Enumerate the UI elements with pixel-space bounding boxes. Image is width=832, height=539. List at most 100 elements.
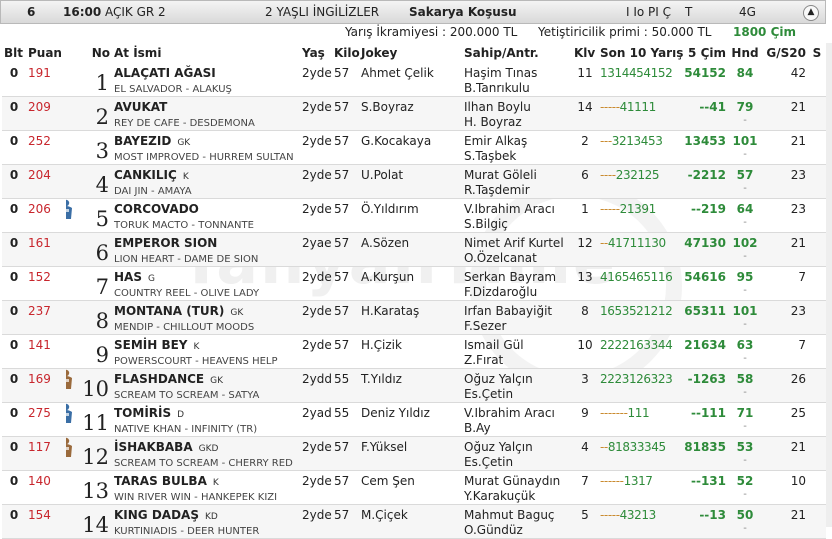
pedigree[interactable]: WIN RIVER WIN - HANKEPEK KIZI — [114, 492, 298, 503]
owner-link[interactable]: Mahmut Baguç — [464, 508, 555, 522]
col-jokey[interactable]: Jokey — [359, 43, 462, 63]
trainer-link[interactable]: F.Sezer — [464, 319, 506, 333]
chevron-up-icon[interactable]: ▲ — [803, 5, 819, 21]
owner-link[interactable]: Nimet Arif Kurtel — [464, 236, 564, 250]
jockey-link[interactable]: M.Çiçek — [359, 505, 462, 539]
horse-name-link[interactable]: BAYEZID — [114, 134, 171, 148]
trainer-link[interactable]: S.Taşbek — [464, 149, 516, 163]
horse-name-link[interactable]: TARAS BULBA — [114, 474, 207, 488]
owner-link[interactable]: Ismail Gül — [464, 338, 524, 352]
pedigree[interactable]: NATIVE KHAN - INFINITY (TR) — [114, 424, 298, 435]
col-yas[interactable]: Yaş — [300, 43, 332, 63]
trainer-link[interactable]: B.Ay — [464, 421, 491, 435]
horse-name-link[interactable]: MONTANA (TUR) — [114, 304, 224, 318]
horse-name-link[interactable]: CANKILIÇ — [114, 168, 177, 182]
pedigree[interactable]: COUNTRY REEL - OLIVE LADY — [114, 288, 298, 299]
table-row[interactable]: 0 161 6 EMPEROR SION LION HEART - DAME DE… — [2, 232, 826, 267]
owner-link[interactable]: Oğuz Yalçın — [464, 372, 533, 386]
trainer-link[interactable]: Z.Fırat — [464, 353, 503, 367]
trainer-link[interactable]: O.Gündüz — [464, 523, 523, 537]
trainer-link[interactable]: R.Taşdemir — [464, 183, 530, 197]
last-10-races[interactable]: 1314454152 — [598, 63, 678, 97]
horse-name-link[interactable]: İSHAKBABA — [114, 440, 193, 454]
owner-link[interactable]: Murat Günaydın — [464, 474, 560, 488]
jockey-link[interactable]: A.Sözen — [359, 233, 462, 267]
table-row[interactable]: 0 154 14 KING DADAŞ KD KURTINIADIS - DEER … — [2, 504, 826, 539]
jockey-link[interactable]: Deniz Yıldız — [359, 403, 462, 437]
col-puan[interactable]: Puan — [26, 43, 66, 63]
trainer-link[interactable]: B.Tanrıkulu — [464, 81, 530, 95]
jockey-link[interactable]: U.Polat — [359, 165, 462, 199]
col-hnd[interactable]: Hnd — [728, 43, 762, 63]
table-row[interactable]: 0 204 4 CANKILIÇ K DAI JIN - AMAYA 2yde 57… — [2, 164, 826, 199]
last-10-races[interactable]: --41711130 — [598, 233, 678, 267]
jockey-link[interactable]: T.Yıldız — [359, 369, 462, 403]
horse-name-link[interactable]: ALAÇATI AĞASI — [114, 66, 216, 80]
pedigree[interactable]: SCREAM TO SCREAM - SATYA — [114, 390, 298, 401]
horse-name-link[interactable]: CORCOVADO — [114, 202, 199, 216]
pedigree[interactable]: DAI JIN - AMAYA — [114, 186, 298, 197]
last-10-races[interactable]: ------1317 — [598, 471, 678, 505]
horse-name-link[interactable]: TOMİRİS — [114, 406, 171, 420]
table-row[interactable]: 0 206 5 CORCOVADO TORUK MACTO - TONNANTE … — [2, 199, 826, 233]
horse-name-link[interactable]: FLASHDANCE — [114, 372, 204, 386]
pedigree[interactable]: REY DE CAFE - DESDEMONA — [114, 118, 298, 129]
owner-link[interactable]: Serkan Bayram — [464, 270, 556, 284]
pedigree[interactable]: POWERSCOURT - HEAVENS HELP — [114, 356, 298, 367]
owner-link[interactable]: Ilhan Boylu — [464, 100, 531, 114]
col-son10[interactable]: Son 10 Yarış — [598, 43, 683, 63]
col-kilo[interactable]: Kilo — [332, 43, 360, 63]
pedigree[interactable]: EL SALVADOR - ALAKUŞ — [114, 84, 298, 95]
owner-link[interactable]: V.Ibrahim Aracı — [464, 406, 555, 420]
last-10-races[interactable]: --81833345 — [598, 437, 678, 471]
jockey-link[interactable]: H.Çizik — [359, 335, 462, 369]
jockey-link[interactable]: G.Kocakaya — [359, 131, 462, 165]
col-at-ismi[interactable]: At İsmi — [112, 43, 300, 63]
jockey-link[interactable]: S.Boyraz — [359, 97, 462, 131]
table-row[interactable]: 0 191 1 ALAÇATI AĞASI EL SALVADOR - ALAKU… — [2, 63, 826, 97]
trainer-link[interactable]: O.Özelcanat — [464, 251, 537, 265]
jockey-link[interactable]: Cem Şen — [359, 471, 462, 505]
last-10-races[interactable]: -----41111 — [598, 97, 678, 131]
trainer-link[interactable]: F.Dizdaroğlu — [464, 285, 537, 299]
col-klv[interactable]: Klv — [572, 43, 598, 63]
jockey-link[interactable]: H.Karataş — [359, 301, 462, 335]
scrollbar[interactable] — [826, 43, 832, 527]
jockey-link[interactable]: Ahmet Çelik — [359, 63, 462, 97]
pedigree[interactable]: KURTINIADIS - DEER HUNTER — [114, 526, 298, 537]
col-no[interactable]: No — [66, 43, 112, 63]
table-row[interactable]: 0 152 7 HAS G COUNTRY REEL - OLIVE LADY 2y… — [2, 267, 826, 301]
pedigree[interactable]: MENDIP - CHILLOUT MOODS — [114, 322, 298, 333]
last-10-races[interactable]: 1653521212 — [598, 301, 678, 335]
owner-link[interactable]: Oğuz Yalçın — [464, 440, 533, 454]
trainer-link[interactable]: S.Bilgiç — [464, 217, 508, 231]
last-10-races[interactable]: 2223126323 — [598, 369, 678, 403]
pedigree[interactable]: TORUK MACTO - TONNANTE — [114, 220, 298, 231]
table-row[interactable]: 0 169 10 FLASHDANCE GK SCREAM TO SCREAM - … — [2, 368, 826, 403]
horse-name-link[interactable]: SEMİH BEY — [114, 338, 188, 352]
horse-name-link[interactable]: KING DADAŞ — [114, 508, 199, 522]
jockey-link[interactable]: Ö.Yıldırım — [359, 199, 462, 233]
col-gs20[interactable]: G/S20 — [762, 43, 808, 63]
last-10-races[interactable]: -----43213 — [598, 505, 678, 539]
table-row[interactable]: 0 141 9 SEMİH BEY K POWERSCOURT - HEAVENS … — [2, 335, 826, 369]
table-row[interactable]: 0 140 13 TARAS BULBA K WIN RIVER WIN - HAN… — [2, 471, 826, 505]
last-10-races[interactable]: ---3213453 — [598, 131, 678, 165]
pedigree[interactable]: SCREAM TO SCREAM - CHERRY RED — [114, 458, 298, 469]
horse-name-link[interactable]: EMPEROR SION — [114, 236, 217, 250]
col-sahip[interactable]: Sahip/Antr. — [462, 43, 572, 63]
owner-link[interactable]: Haşim Tınas — [464, 66, 537, 80]
horse-name-link[interactable]: AVUKAT — [114, 100, 167, 114]
owner-link[interactable]: Emir Alkaş — [464, 134, 527, 148]
last-10-races[interactable]: 4165465116 — [598, 267, 678, 301]
last-10-races[interactable]: -------111 — [598, 403, 678, 437]
owner-link[interactable]: V.Ibrahim Aracı — [464, 202, 555, 216]
trainer-link[interactable]: Es.Çetin — [464, 387, 513, 401]
horse-name-link[interactable]: HAS — [114, 270, 142, 284]
jockey-link[interactable]: A.Kurşun — [359, 267, 462, 301]
table-row[interactable]: 0 252 3 BAYEZID GK MOST IMPROVED - HURREM … — [2, 131, 826, 165]
table-row[interactable]: 0 237 8 MONTANA (TUR) GK MENDIP - CHILLOUT… — [2, 300, 826, 335]
trainer-link[interactable]: Es.Çetin — [464, 455, 513, 469]
trainer-link[interactable]: Y.Karakuçük — [464, 489, 535, 503]
last-10-races[interactable]: -----21391 — [598, 199, 678, 233]
